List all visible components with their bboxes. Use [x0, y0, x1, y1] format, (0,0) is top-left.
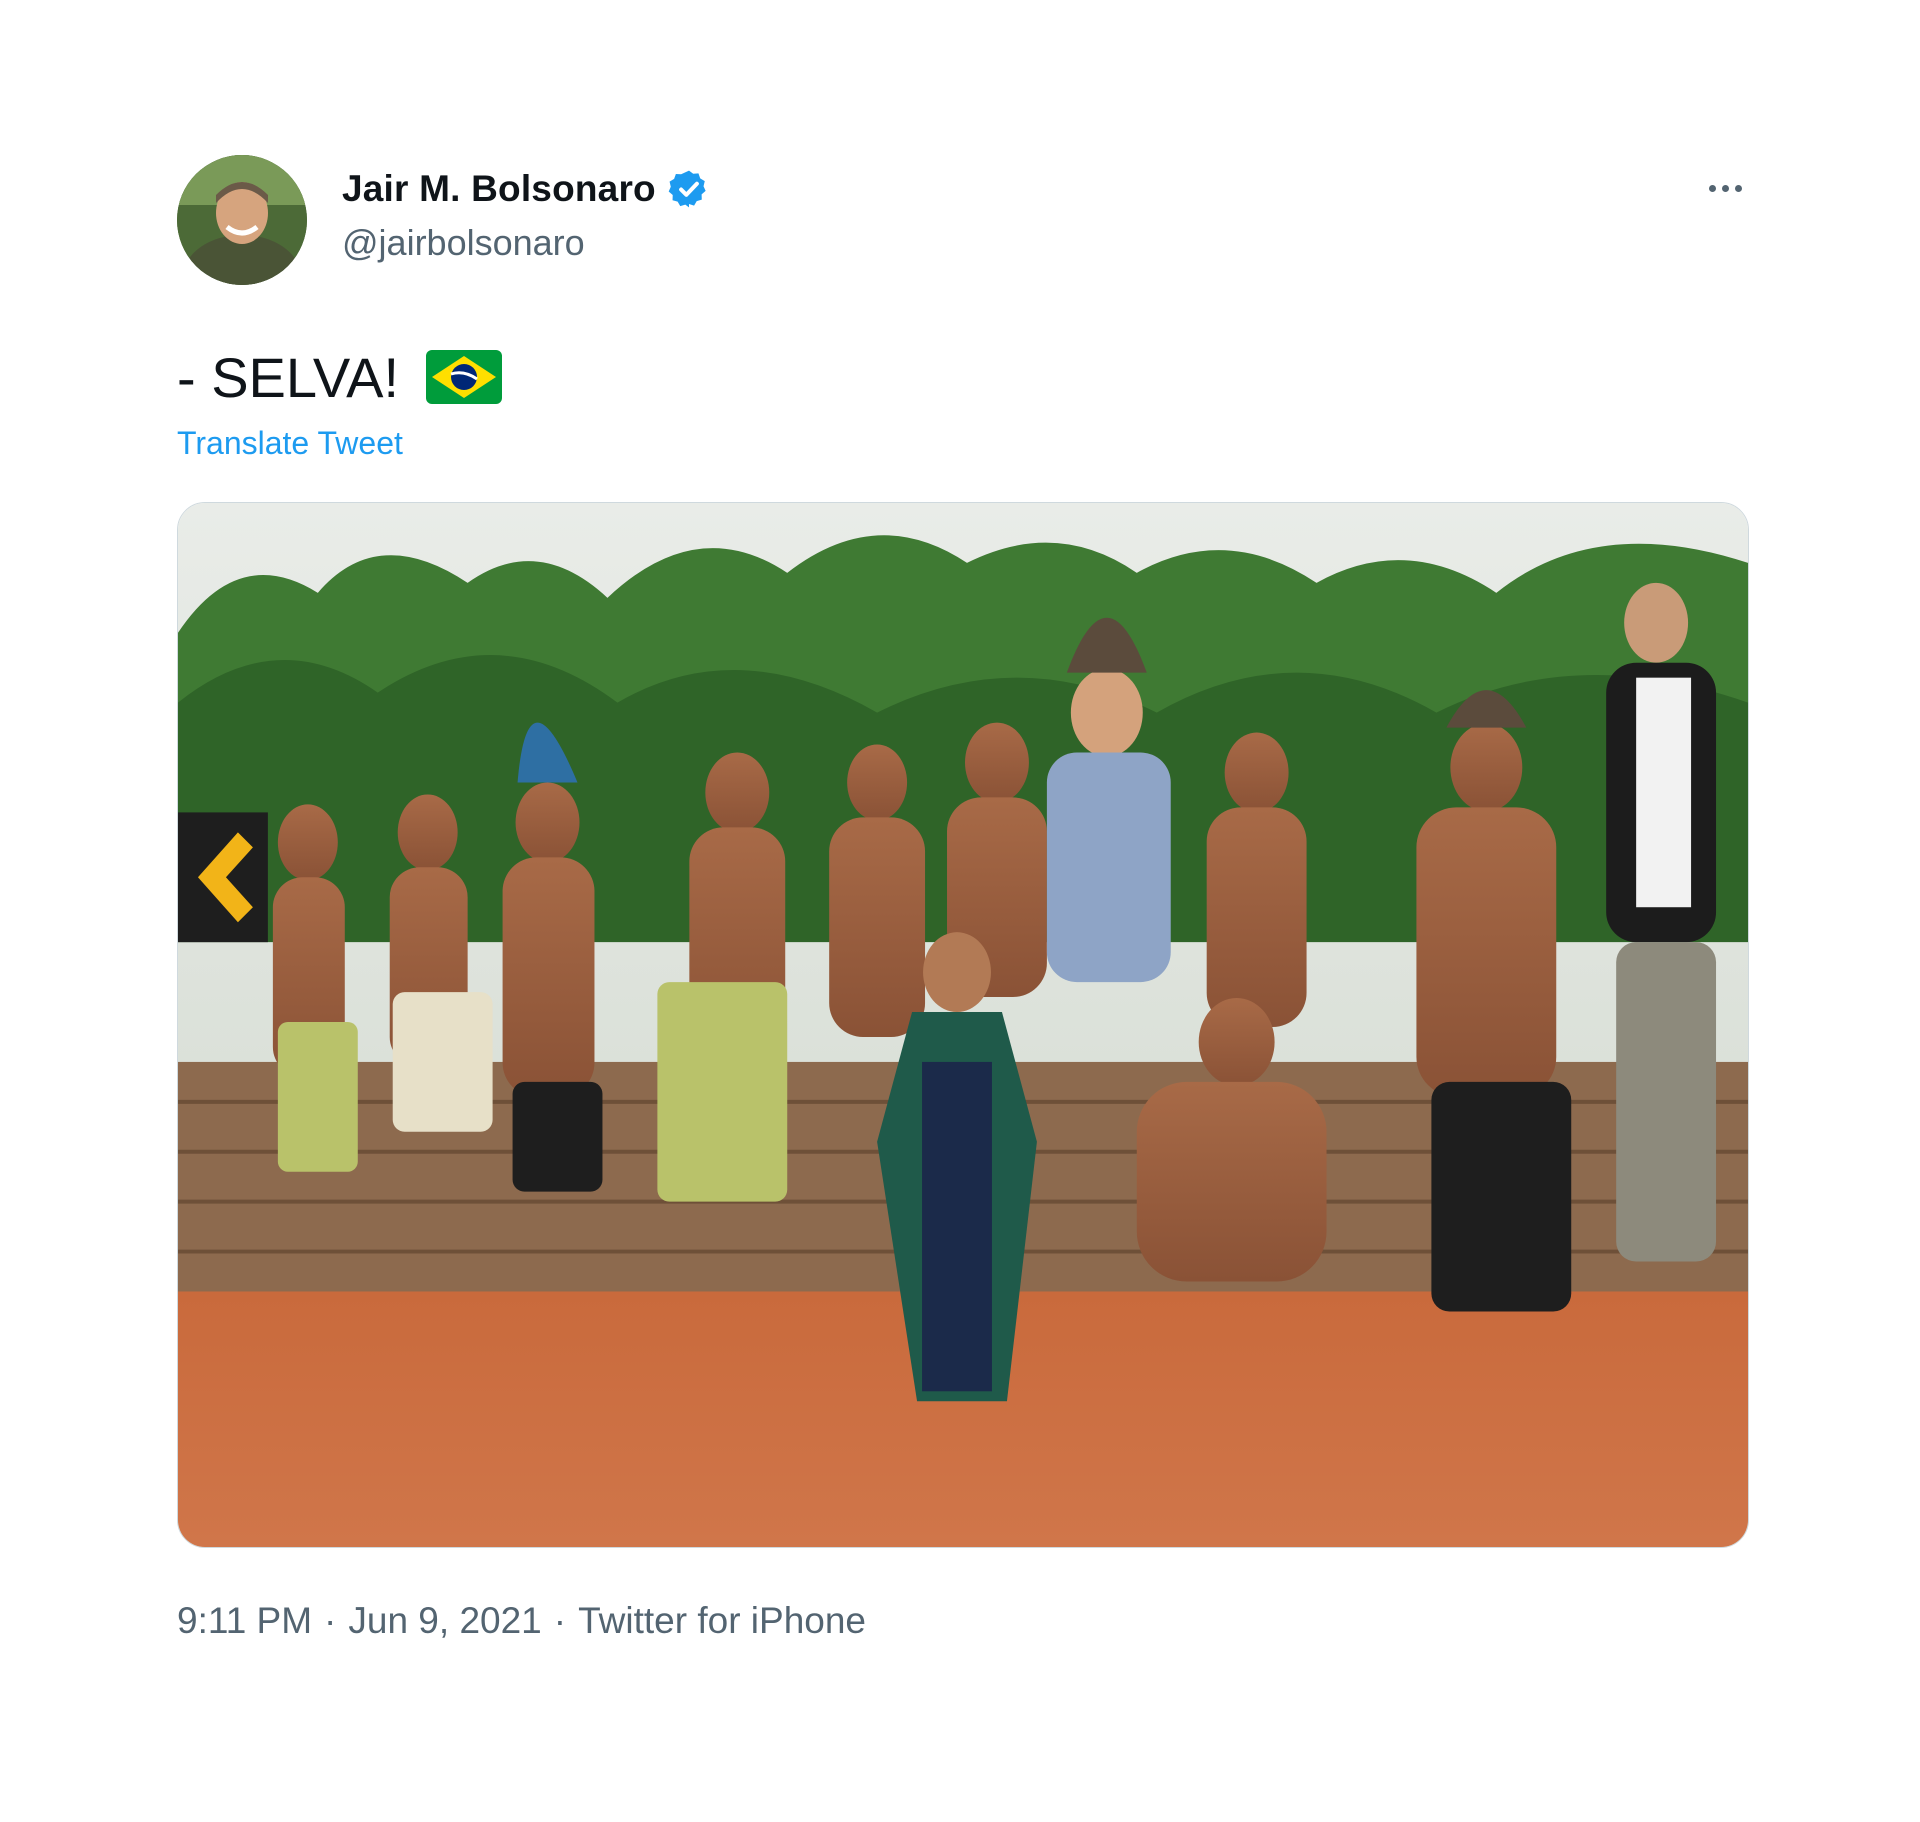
brazil-flag-icon: [426, 350, 503, 404]
more-options-icon[interactable]: [1700, 168, 1750, 208]
verified-badge-icon: [668, 170, 706, 208]
meta-separator: ·: [324, 1600, 337, 1641]
tweet-text-content: - SELVA!: [177, 345, 400, 409]
author-avatar[interactable]: [177, 155, 307, 285]
tweet-media-photo[interactable]: [177, 502, 1749, 1548]
tweet-date[interactable]: Jun 9, 2021: [348, 1600, 541, 1642]
more-dot: [1734, 184, 1742, 192]
author-display-name[interactable]: Jair M. Bolsonaro: [342, 168, 656, 210]
avatar-photo: [177, 155, 307, 285]
more-dot: [1721, 184, 1729, 192]
tweet-metadata: 9:11 PM · Jun 9, 2021 · Twitter for iPho…: [177, 1600, 866, 1642]
author-name-row: Jair M. Bolsonaro: [342, 165, 710, 213]
meta-separator: ·: [553, 1600, 567, 1641]
tweet-source-link[interactable]: Twitter for iPhone: [578, 1600, 866, 1642]
tweet-text: - SELVA!: [177, 342, 503, 412]
more-dot: [1708, 184, 1716, 192]
tweet-card: Jair M. Bolsonaro @jairbolsonaro - SELVA…: [0, 0, 1920, 1822]
tweet-time[interactable]: 9:11 PM: [177, 1600, 312, 1642]
author-handle[interactable]: @jairbolsonaro: [342, 222, 585, 264]
group-photo: [178, 503, 1748, 1547]
translate-tweet-link[interactable]: Translate Tweet: [177, 425, 403, 462]
